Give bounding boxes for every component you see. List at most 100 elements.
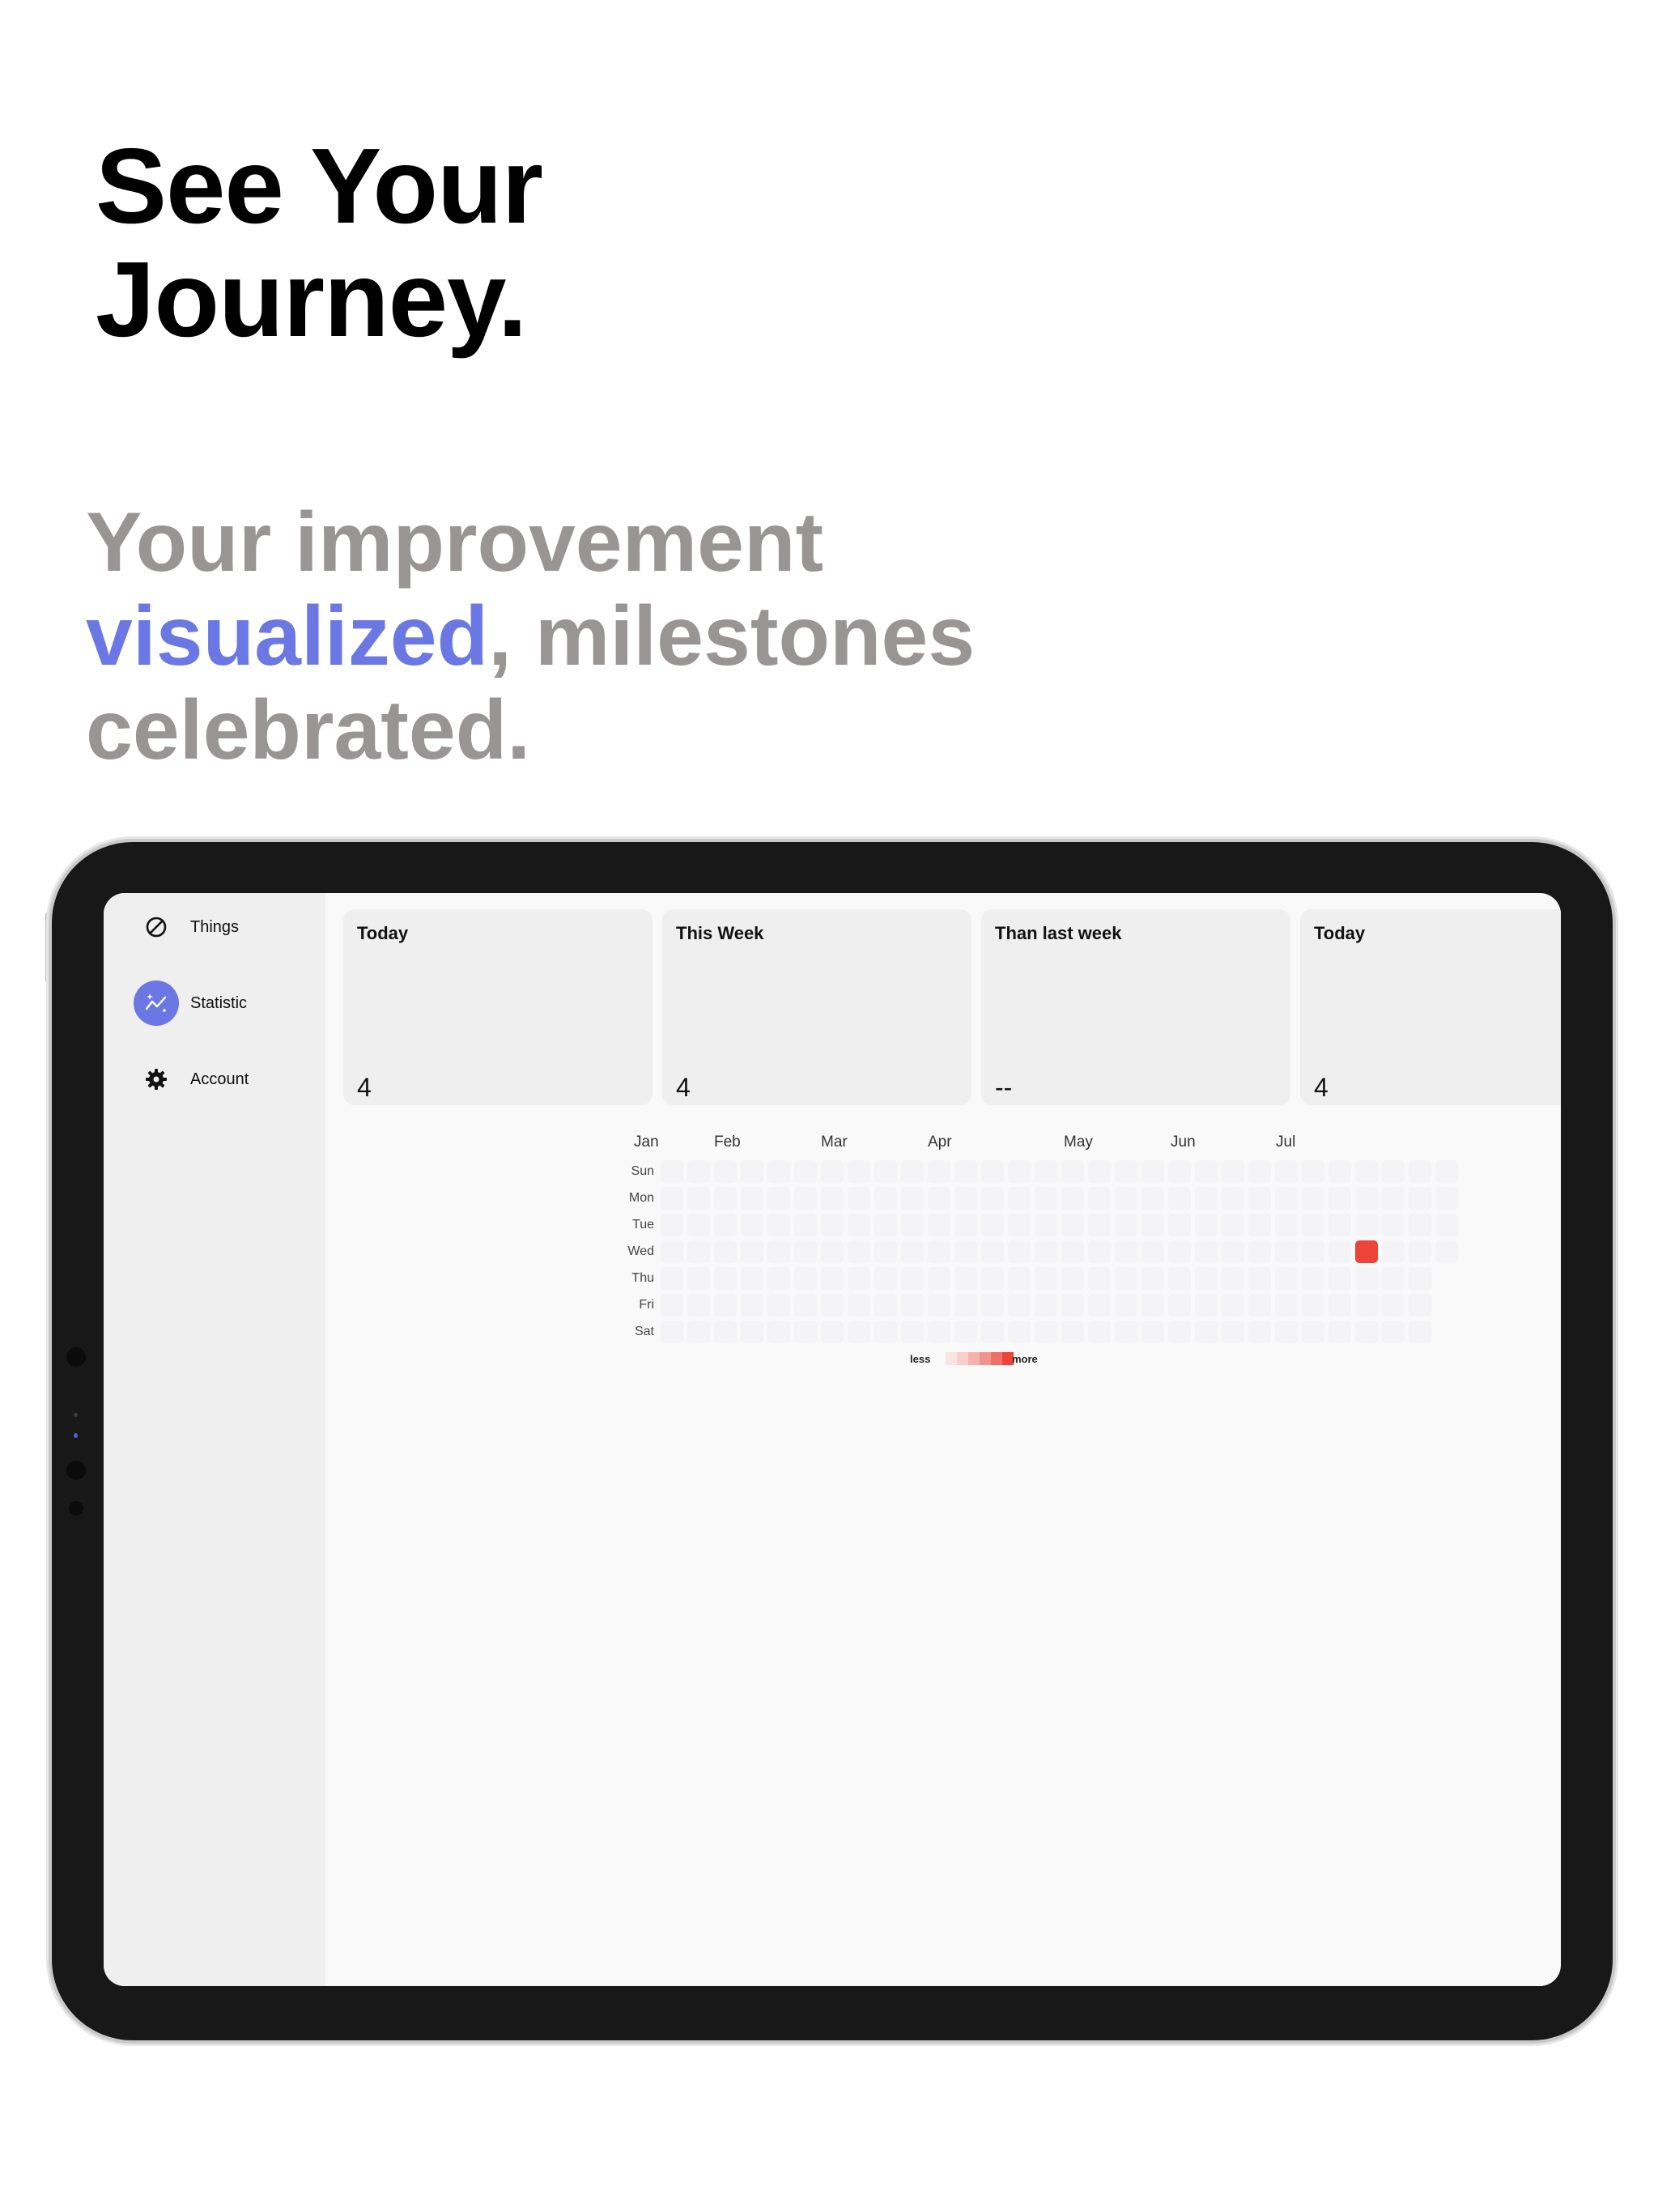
card-title: Today <box>357 923 409 943</box>
heatmap-cell <box>1275 1214 1298 1236</box>
heatmap-cell <box>1355 1160 1378 1183</box>
heatmap-cell <box>1248 1240 1271 1263</box>
heatmap-cell <box>954 1187 977 1210</box>
sidebar-item-statistic[interactable]: Statistic <box>134 981 312 1026</box>
heatmap-cell <box>1382 1240 1405 1263</box>
heatmap-cell <box>741 1294 763 1317</box>
heatmap-cell <box>1141 1187 1164 1210</box>
heatmap-cell <box>741 1187 763 1210</box>
heatmap-cell <box>741 1267 763 1290</box>
card-value: -- <box>995 1073 1013 1102</box>
heatmap-cell <box>848 1214 870 1236</box>
heatmap-cell <box>1275 1160 1298 1183</box>
heatmap-cell <box>1061 1267 1084 1290</box>
heatmap-cell <box>874 1240 897 1263</box>
heatmap-cell <box>1435 1267 1458 1290</box>
heatmap-day: Mon <box>628 1191 654 1205</box>
heatmap-cell <box>1302 1267 1324 1290</box>
sidebar-item-account[interactable]: Account <box>134 1057 312 1102</box>
heatmap-cell <box>714 1160 737 1183</box>
heatmap-cell <box>661 1294 683 1317</box>
heatmap-cell <box>794 1294 817 1317</box>
heatmap-cell <box>767 1160 790 1183</box>
heatmap-cell <box>1061 1187 1084 1210</box>
heatmap-cell <box>1141 1240 1164 1263</box>
heatmap-cell <box>687 1267 710 1290</box>
heatmap-cell <box>1088 1160 1111 1183</box>
sidebar-item-things[interactable]: Things <box>134 904 312 950</box>
heatmap-cell <box>1088 1294 1111 1317</box>
heatmap-cell <box>1302 1187 1324 1210</box>
heatmap-cell <box>928 1294 950 1317</box>
heatmap-cell <box>767 1294 790 1317</box>
heatmap-cell <box>954 1294 977 1317</box>
heatmap-cell <box>661 1240 683 1263</box>
heatmap-cell <box>1248 1267 1271 1290</box>
heatmap-cell <box>1355 1267 1378 1290</box>
heatmap-cell <box>1061 1321 1084 1343</box>
heatmap-cell <box>1141 1214 1164 1236</box>
heatmap-cell <box>1382 1187 1405 1210</box>
headline-line-1: See Your <box>96 126 543 245</box>
heatmap-cell <box>1248 1294 1271 1317</box>
heatmap-cell <box>954 1160 977 1183</box>
heatmap-cell <box>981 1214 1004 1236</box>
heatmap-cell <box>661 1160 683 1183</box>
legend-swatch <box>968 1352 980 1365</box>
heatmap-cell <box>928 1240 950 1263</box>
heatmap-cell <box>981 1240 1004 1263</box>
legend-swatch <box>957 1352 968 1365</box>
heatmap-month: Feb <box>714 1134 741 1151</box>
heatmap-cell <box>901 1267 924 1290</box>
heatmap-cell <box>1008 1187 1031 1210</box>
heatmap-cell <box>1275 1321 1298 1343</box>
accent-word: visualized <box>86 589 489 683</box>
heatmap-cell <box>1115 1267 1137 1290</box>
camera-icon <box>66 1347 86 1367</box>
heatmap-cell <box>821 1160 844 1183</box>
heatmap-cell <box>874 1160 897 1183</box>
heatmap-cell <box>1088 1240 1111 1263</box>
legend-swatch <box>980 1352 991 1365</box>
heatmap-cell <box>1195 1321 1218 1343</box>
heatmap-cell <box>1115 1240 1137 1263</box>
heatmap-cell <box>1329 1321 1351 1343</box>
sparkle-chart-icon <box>134 981 179 1026</box>
heatmap-cell <box>1355 1240 1378 1263</box>
heatmap-month: Jan <box>634 1134 659 1151</box>
prohibited-circle-icon <box>134 904 179 950</box>
heatmap-cell <box>1195 1214 1218 1236</box>
heatmap-cell <box>1435 1240 1458 1263</box>
heatmap-cell <box>687 1160 710 1183</box>
heatmap-cell <box>1141 1321 1164 1343</box>
heatmap-cell <box>1382 1294 1405 1317</box>
heatmap-cell <box>1222 1321 1244 1343</box>
heatmap-cell <box>928 1214 950 1236</box>
heatmap-cell <box>1168 1321 1191 1343</box>
heatmap-cell <box>741 1214 763 1236</box>
heatmap-cell <box>848 1160 870 1183</box>
heatmap-cell <box>1141 1294 1164 1317</box>
heatmap-day: Thu <box>631 1271 654 1285</box>
heatmap-cell <box>767 1321 790 1343</box>
subheadline-line-2: visualized, milestones <box>86 589 975 683</box>
heatmap-cell <box>1061 1160 1084 1183</box>
stat-card-today: Today 4 <box>343 909 653 1105</box>
heatmap-cell <box>1435 1214 1458 1236</box>
heatmap-cell <box>1222 1240 1244 1263</box>
heatmap-cell <box>687 1294 710 1317</box>
heatmap-cell <box>874 1187 897 1210</box>
heatmap-cell <box>1195 1240 1218 1263</box>
heatmap-cell <box>714 1240 737 1263</box>
heatmap-cell <box>661 1321 683 1343</box>
sensor-dot-blue <box>74 1433 78 1438</box>
heatmap-cell <box>1061 1214 1084 1236</box>
heatmap-cell <box>1035 1321 1057 1343</box>
heatmap-cell <box>1382 1267 1405 1290</box>
heatmap-cell <box>1035 1214 1057 1236</box>
heatmap-cell <box>767 1214 790 1236</box>
sidebar-item-label: Things <box>190 917 240 936</box>
heatmap-day: Tue <box>632 1218 654 1231</box>
heatmap-cell <box>1302 1321 1324 1343</box>
legend-more: more <box>1012 1353 1038 1365</box>
